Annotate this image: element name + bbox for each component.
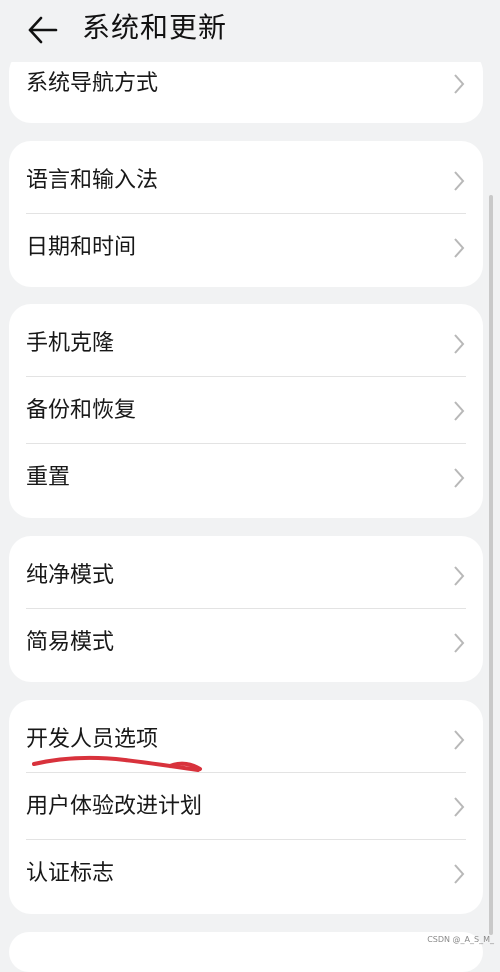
row-simple-mode[interactable]: 简易模式 xyxy=(9,609,483,676)
row-phone-clone[interactable]: 手机克隆 xyxy=(9,310,483,377)
chevron-right-icon xyxy=(454,864,465,884)
chevron-right-icon xyxy=(454,171,465,191)
row-label: 简易模式 xyxy=(26,630,115,655)
row-reset[interactable]: 重置 xyxy=(9,444,483,511)
row-label: 认证标志 xyxy=(26,861,115,886)
row-backup-restore[interactable]: 备份和恢复 xyxy=(9,377,483,444)
chevron-right-icon xyxy=(454,566,465,586)
row-label: 日期和时间 xyxy=(26,235,137,260)
scrollbar[interactable] xyxy=(489,195,493,935)
watermark: CSDN @_A_S_M_ xyxy=(427,935,494,944)
row-user-experience-program[interactable]: 用户体验改进计划 xyxy=(9,773,483,840)
settings-group-modes: 纯净模式 简易模式 xyxy=(9,536,483,682)
row-certification-marks[interactable]: 认证标志 xyxy=(9,840,483,907)
row-label: 用户体验改进计划 xyxy=(26,794,203,819)
row-label: 语言和输入法 xyxy=(26,168,159,193)
chevron-right-icon xyxy=(454,797,465,817)
row-label: 备份和恢复 xyxy=(26,398,137,423)
settings-group-developer: 开发人员选项 用户体验改进计划 认证标志 xyxy=(9,700,483,914)
arrow-left-icon[interactable] xyxy=(22,10,62,50)
page-title: 系统和更新 xyxy=(82,11,228,44)
row-label: 重置 xyxy=(26,465,71,490)
row-language-input[interactable]: 语言和输入法 xyxy=(9,147,483,214)
chevron-right-icon xyxy=(454,633,465,653)
row-label: 开发人员选项 xyxy=(26,727,159,752)
row-label: 纯净模式 xyxy=(26,563,115,588)
settings-group-language: 语言和输入法 日期和时间 xyxy=(9,141,483,287)
settings-group-next xyxy=(9,932,483,972)
chevron-right-icon xyxy=(454,238,465,258)
app-header: 系统和更新 xyxy=(0,0,500,62)
chevron-right-icon xyxy=(454,730,465,750)
row-label: 手机克隆 xyxy=(26,331,115,356)
chevron-right-icon xyxy=(454,334,465,354)
chevron-right-icon xyxy=(454,74,465,94)
row-pure-mode[interactable]: 纯净模式 xyxy=(9,542,483,609)
row-date-time[interactable]: 日期和时间 xyxy=(9,214,483,281)
chevron-right-icon xyxy=(454,401,465,421)
chevron-right-icon xyxy=(454,468,465,488)
row-developer-options[interactable]: 开发人员选项 xyxy=(9,706,483,773)
settings-group-backup: 手机克隆 备份和恢复 重置 xyxy=(9,304,483,518)
